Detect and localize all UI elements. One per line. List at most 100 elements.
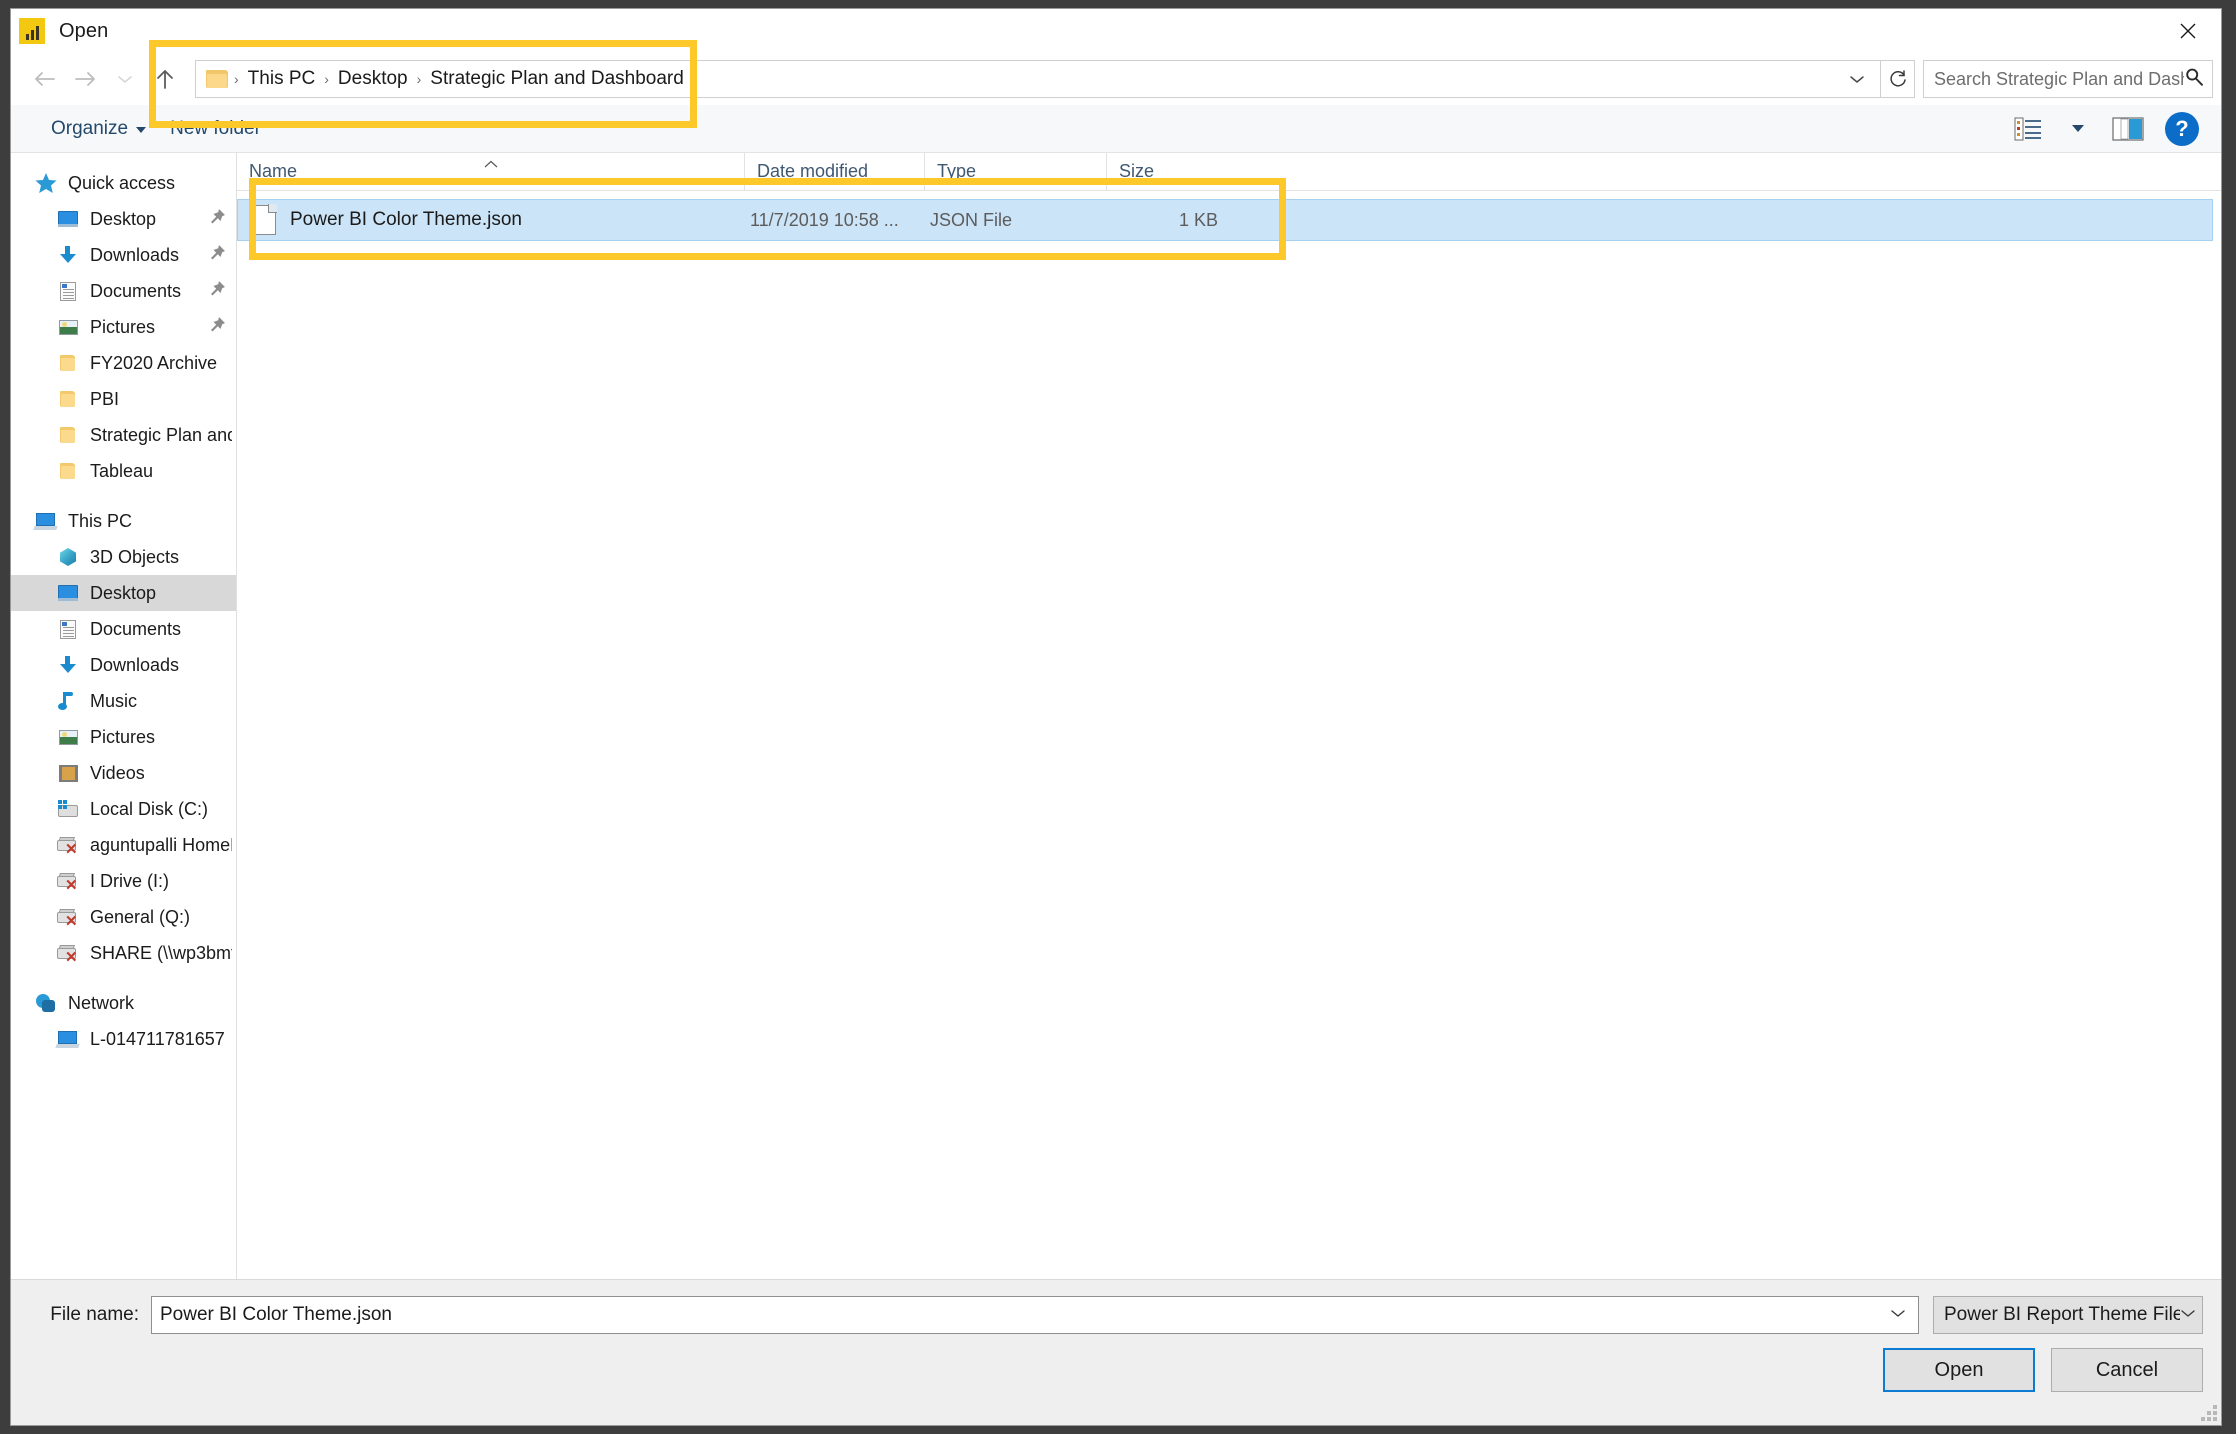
file-name-input[interactable]: Power BI Color Theme.json	[151, 1296, 1919, 1334]
address-bar-chevron-down-icon[interactable]	[1840, 61, 1874, 97]
organize-button[interactable]: Organize	[39, 114, 158, 144]
file-name-chevron-down-icon[interactable]	[1884, 1306, 1912, 1324]
file-date-modified-cell: 11/7/2019 10:58 ...	[750, 209, 899, 230]
column-header-name[interactable]: Name	[237, 153, 744, 190]
sidebar-item-pbi[interactable]: PBI	[11, 381, 236, 417]
column-header-label: Date modified	[757, 161, 869, 181]
breadcrumb-item-this-pc[interactable]: This PC	[241, 66, 323, 92]
search-input[interactable]: Search Strategic Plan and Dash...	[1923, 60, 2213, 98]
pin-icon[interactable]	[208, 280, 232, 303]
network-drive-disconnected-icon: ✕	[55, 869, 81, 893]
sidebar-item-local-disk-c[interactable]: Local Disk (C:)	[11, 791, 236, 827]
sidebar-item-aguntupalli-homedrive[interactable]: ✕ aguntupalli HomeD	[11, 827, 236, 863]
folder-icon	[55, 423, 81, 447]
sidebar-item-pictures-quick[interactable]: Pictures	[11, 309, 236, 345]
file-name-label: File name:	[50, 1304, 139, 1325]
close-icon[interactable]	[2155, 9, 2221, 53]
file-size-cell: 1 KB	[1178, 209, 1218, 230]
resize-grip-icon[interactable]	[2199, 1403, 2217, 1421]
back-icon[interactable]	[25, 59, 65, 99]
navigation-pane: Quick access Desktop Downloads Documents…	[11, 153, 237, 1279]
column-header-label: Type	[937, 161, 977, 181]
forward-icon[interactable]	[65, 59, 105, 99]
sidebar-item-documents-quick[interactable]: Documents	[11, 273, 236, 309]
sidebar-item-i-drive[interactable]: ✕ I Drive (I:)	[11, 863, 236, 899]
table-row[interactable]: Power BI Color Theme.json 11/7/2019 10:5…	[237, 199, 2213, 241]
sidebar-item-label: PBI	[90, 388, 120, 409]
sidebar-item-label: Documents	[90, 618, 182, 639]
sidebar-item-desktop-quick[interactable]: Desktop	[11, 201, 236, 237]
breadcrumb-item-desktop[interactable]: Desktop	[331, 66, 415, 92]
pin-icon[interactable]	[208, 244, 232, 267]
sidebar-item-general-q[interactable]: ✕ General (Q:)	[11, 899, 236, 935]
folder-icon	[55, 459, 81, 483]
column-header-date-modified[interactable]: Date modified	[744, 153, 924, 190]
sidebar-item-label: Downloads	[90, 654, 180, 675]
sidebar-item-desktop[interactable]: Desktop	[11, 575, 236, 611]
up-icon[interactable]	[145, 59, 185, 99]
cancel-button[interactable]: Cancel	[2051, 1348, 2203, 1392]
pictures-icon	[55, 725, 81, 749]
sidebar-item-3d-objects[interactable]: 3D Objects	[11, 539, 236, 575]
sidebar-item-label: Quick access	[68, 172, 176, 193]
sidebar-item-share[interactable]: ✕ SHARE (\\wp3bmfp	[11, 935, 236, 971]
column-header-label: Size	[1119, 161, 1155, 181]
breadcrumb-separator: ›	[324, 71, 329, 87]
refresh-icon[interactable]	[1881, 60, 1915, 98]
file-name-value: Power BI Color Theme.json	[160, 1304, 392, 1325]
sidebar-item-label: 3D Objects	[90, 546, 180, 567]
recent-locations-chevron-down-icon[interactable]	[105, 59, 145, 99]
sidebar-item-tableau[interactable]: Tableau	[11, 453, 236, 489]
sidebar-item-fy2020-archive[interactable]: FY2020 Archive	[11, 345, 236, 381]
powerbi-icon	[19, 18, 45, 44]
sidebar-item-label: I Drive (I:)	[90, 870, 169, 891]
sidebar-item-music[interactable]: Music	[11, 683, 236, 719]
file-type-filter-chevron-down-icon[interactable]	[2180, 1306, 2196, 1324]
screen: Open › This PC › Desktop › Strategic Pla…	[0, 0, 2236, 1434]
desktop-icon	[55, 581, 81, 605]
preview-pane-icon[interactable]	[2105, 109, 2151, 149]
breadcrumb-separator: ›	[234, 71, 239, 87]
pin-icon[interactable]	[208, 316, 232, 339]
sidebar-item-label: Local Disk (C:)	[90, 798, 209, 819]
sidebar-item-l-014711781657[interactable]: L-014711781657	[11, 1021, 236, 1057]
dialog-buttons: Open Cancel	[29, 1348, 2203, 1392]
videos-icon	[55, 761, 81, 785]
window-title: Open	[59, 19, 109, 42]
column-header-type[interactable]: Type	[924, 153, 1106, 190]
view-list-icon[interactable]	[2005, 109, 2051, 149]
sidebar-item-strategic-plan-and-d[interactable]: Strategic Plan and D	[11, 417, 236, 453]
breadcrumb-item-strategic-plan-and-dashboard[interactable]: Strategic Plan and Dashboard	[423, 66, 691, 92]
download-icon	[55, 243, 81, 267]
sidebar-item-quick-access[interactable]: Quick access	[11, 165, 236, 201]
sidebar-item-pictures[interactable]: Pictures	[11, 719, 236, 755]
sidebar-item-downloads[interactable]: Downloads	[11, 647, 236, 683]
file-name-row: File name: Power BI Color Theme.json Pow…	[29, 1296, 2203, 1334]
chevron-down-icon	[136, 127, 147, 133]
sidebar-item-label: Strategic Plan and D	[90, 424, 232, 445]
view-options-chevron-down-icon[interactable]	[2055, 109, 2101, 149]
sidebar-item-label: Music	[90, 690, 138, 711]
address-bar[interactable]: › This PC › Desktop › Strategic Plan and…	[195, 60, 1881, 98]
column-header-size[interactable]: Size	[1106, 153, 1224, 190]
pictures-icon	[55, 315, 81, 339]
command-bar: Organize New folder ?	[11, 105, 2221, 153]
search-icon	[2184, 67, 2204, 92]
title-bar: Open	[11, 9, 2221, 53]
folder-icon	[55, 351, 81, 375]
sidebar-item-network[interactable]: Network	[11, 985, 236, 1021]
open-button[interactable]: Open	[1883, 1348, 2035, 1392]
documents-icon	[55, 617, 81, 641]
file-type-filter-select[interactable]: Power BI Report Theme Files (*.j	[1933, 1296, 2203, 1334]
pin-icon[interactable]	[208, 208, 232, 231]
sidebar-item-downloads-quick[interactable]: Downloads	[11, 237, 236, 273]
sidebar-item-documents[interactable]: Documents	[11, 611, 236, 647]
file-type-filter-value: Power BI Report Theme Files (*.j	[1944, 1304, 2180, 1325]
help-icon[interactable]: ?	[2165, 111, 2199, 146]
sidebar-item-label: SHARE (\\wp3bmfp	[90, 942, 232, 963]
documents-icon	[55, 279, 81, 303]
sidebar-item-this-pc[interactable]: This PC	[11, 503, 236, 539]
new-folder-button[interactable]: New folder	[158, 114, 273, 144]
sidebar-item-label: Tableau	[90, 460, 154, 481]
sidebar-item-videos[interactable]: Videos	[11, 755, 236, 791]
